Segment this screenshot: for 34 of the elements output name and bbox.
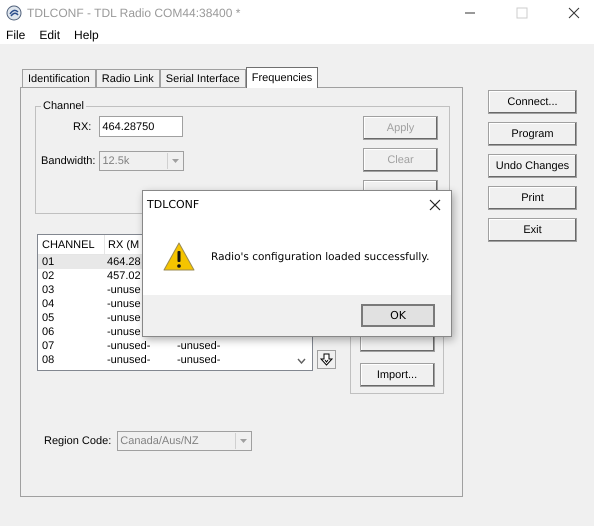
move-down-button[interactable] bbox=[317, 350, 336, 369]
tab[interactable]: Identification bbox=[22, 69, 96, 87]
bandwidth-label: Bandwidth: bbox=[41, 155, 96, 167]
dropdown-arrow-icon bbox=[240, 439, 248, 443]
dialog-title: TDLCONF bbox=[147, 198, 200, 211]
menu-item[interactable]: File bbox=[6, 28, 26, 42]
rx-label: RX: bbox=[73, 120, 92, 132]
ok-button[interactable]: OK bbox=[361, 304, 435, 327]
app-icon bbox=[6, 5, 22, 21]
close-icon[interactable] bbox=[568, 7, 580, 19]
group-label: Channel bbox=[42, 100, 85, 112]
dropdown-arrow-icon bbox=[172, 159, 180, 163]
list-row[interactable]: 08 -unused- -unused- bbox=[38, 353, 312, 367]
tab[interactable]: Serial Interface bbox=[160, 69, 246, 87]
column-header[interactable]: CHANNEL bbox=[38, 235, 105, 254]
window-title: TDLCONF - TDL Radio COM44:38400 * bbox=[27, 6, 240, 20]
side-button[interactable]: Connect... bbox=[488, 90, 577, 114]
list-row[interactable]: 07 -unused- -unused- bbox=[38, 339, 312, 353]
side-button[interactable]: Print bbox=[488, 186, 577, 210]
tab[interactable]: Radio Link bbox=[96, 69, 160, 87]
warning-icon bbox=[163, 242, 195, 271]
side-button[interactable]: Undo Changes bbox=[488, 154, 577, 178]
rx-field[interactable]: 464.28750 bbox=[99, 116, 184, 137]
menu-item[interactable]: Edit bbox=[39, 28, 60, 42]
region-label: Region Code: bbox=[44, 435, 112, 447]
down-arrow-icon bbox=[320, 353, 333, 366]
tab[interactable]: Frequencies bbox=[246, 67, 318, 88]
side-button[interactable]: Program bbox=[488, 122, 577, 146]
side-button[interactable]: Exit bbox=[488, 218, 577, 242]
file-button[interactable]: Import... bbox=[360, 363, 434, 387]
menu-item[interactable]: Help bbox=[74, 28, 99, 42]
close-icon[interactable] bbox=[429, 198, 441, 210]
scroll-down-icon[interactable] bbox=[297, 358, 306, 364]
dialog-message: Radio's configuration loaded successfully. bbox=[211, 250, 430, 262]
